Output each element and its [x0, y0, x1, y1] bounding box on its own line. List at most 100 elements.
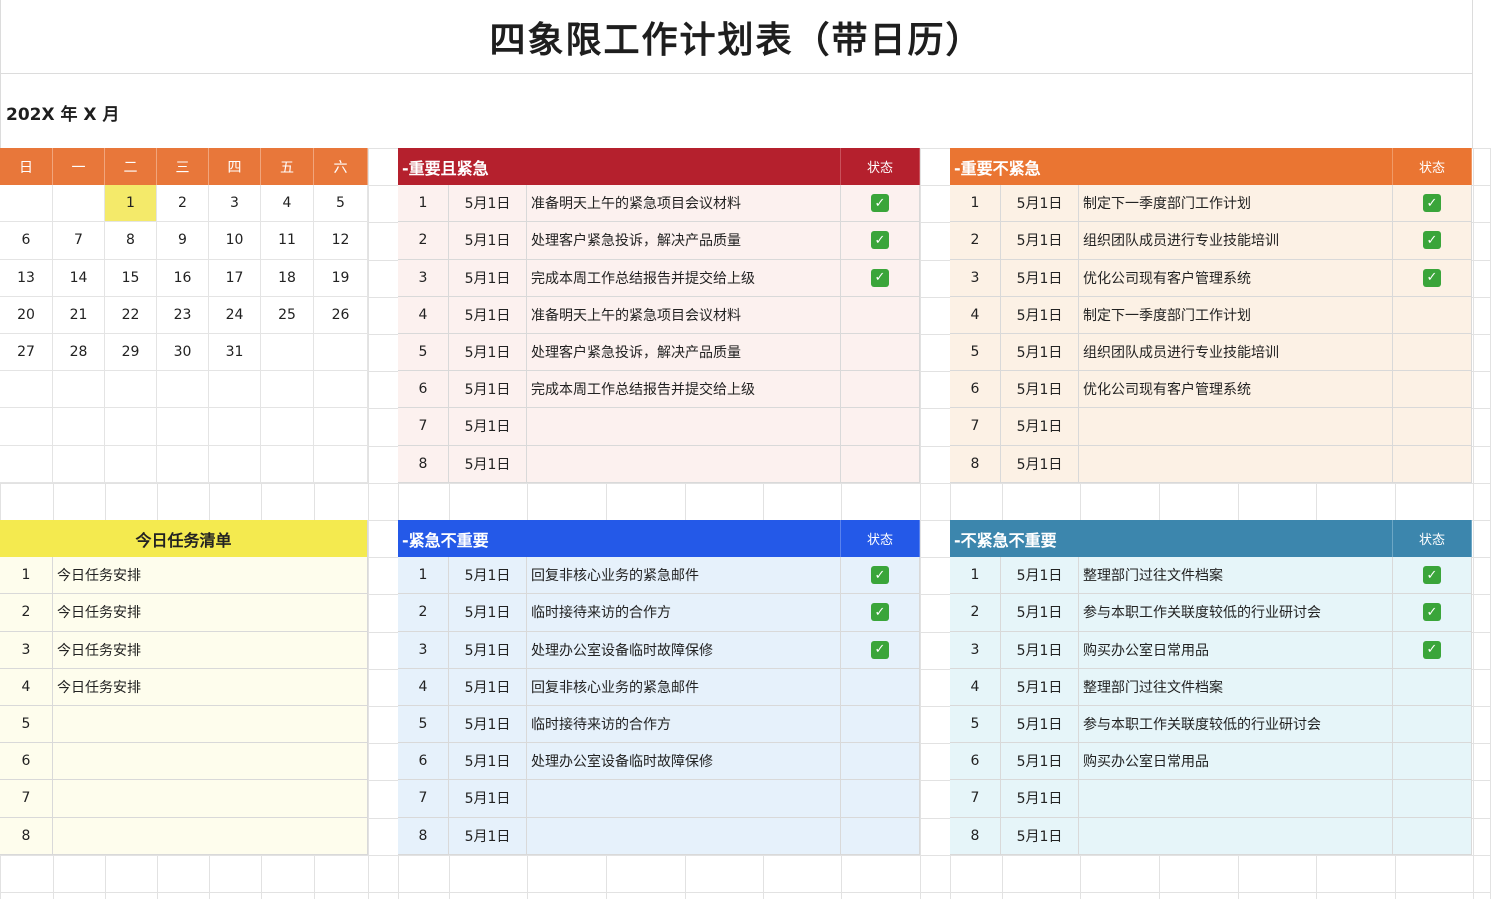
task-date[interactable]: 5月1日 [1001, 222, 1079, 260]
task-date[interactable]: 5月1日 [1001, 631, 1079, 669]
today-task-description[interactable] [53, 705, 368, 744]
task-status-cell[interactable] [1393, 296, 1472, 334]
task-date[interactable]: 5月1日 [1001, 408, 1079, 446]
task-status-cell[interactable]: ✓ [1393, 594, 1472, 632]
calendar-day[interactable]: 2 [157, 185, 209, 223]
calendar-day[interactable]: 19 [314, 259, 368, 297]
task-status-cell[interactable] [1393, 705, 1472, 744]
task-description[interactable]: 参与本职工作关联度较低的行业研讨会 [1079, 705, 1393, 744]
calendar-day[interactable]: 13 [0, 259, 53, 297]
task-status-cell[interactable] [841, 743, 920, 781]
calendar-day[interactable] [209, 371, 261, 409]
calendar-day[interactable]: 9 [157, 222, 209, 260]
task-date[interactable]: 5月1日 [449, 743, 527, 781]
today-task-description[interactable]: 今日任务安排 [53, 557, 368, 595]
calendar-day[interactable]: 27 [0, 333, 53, 372]
task-status-cell[interactable]: ✓ [1393, 185, 1472, 223]
task-description[interactable]: 整理部门过往文件档案 [1079, 668, 1393, 706]
task-date[interactable]: 5月1日 [449, 817, 527, 855]
task-description[interactable]: 临时接待来访的合作方 [527, 705, 841, 744]
calendar-day[interactable] [0, 185, 53, 223]
task-description[interactable] [527, 780, 841, 818]
calendar-day[interactable]: 14 [53, 259, 105, 297]
task-date[interactable]: 5月1日 [1001, 780, 1079, 818]
task-description[interactable]: 制定下一季度部门工作计划 [1079, 185, 1393, 223]
task-description[interactable] [1079, 408, 1393, 446]
calendar-day[interactable]: 31 [209, 333, 261, 372]
task-description[interactable]: 完成本周工作总结报告并提交给上级 [527, 259, 841, 297]
task-date[interactable]: 5月1日 [1001, 594, 1079, 632]
calendar-day[interactable] [261, 333, 314, 372]
task-status-cell[interactable] [841, 333, 920, 372]
task-date[interactable]: 5月1日 [449, 668, 527, 706]
calendar-day[interactable] [157, 408, 209, 446]
task-date[interactable]: 5月1日 [449, 333, 527, 372]
task-description[interactable]: 回复非核心业务的紧急邮件 [527, 557, 841, 595]
task-status-cell[interactable]: ✓ [841, 594, 920, 632]
task-date[interactable]: 5月1日 [449, 557, 527, 595]
calendar-day[interactable]: 16 [157, 259, 209, 297]
task-description[interactable]: 准备明天上午的紧急项目会议材料 [527, 185, 841, 223]
task-status-cell[interactable] [1393, 371, 1472, 409]
calendar-day[interactable] [53, 371, 105, 409]
task-status-cell[interactable] [1393, 445, 1472, 483]
today-task-description[interactable]: 今日任务安排 [53, 594, 368, 632]
calendar-day[interactable]: 17 [209, 259, 261, 297]
task-date[interactable]: 5月1日 [449, 222, 527, 260]
task-description[interactable]: 处理客户紧急投诉，解决产品质量 [527, 333, 841, 372]
task-description[interactable]: 处理客户紧急投诉，解决产品质量 [527, 222, 841, 260]
calendar-day[interactable] [157, 371, 209, 409]
task-status-cell[interactable] [841, 371, 920, 409]
task-description[interactable]: 购买办公室日常用品 [1079, 631, 1393, 669]
calendar-day[interactable]: 3 [209, 185, 261, 223]
task-status-cell[interactable] [841, 296, 920, 334]
task-status-cell[interactable]: ✓ [1393, 259, 1472, 297]
task-description[interactable]: 完成本周工作总结报告并提交给上级 [527, 371, 841, 409]
task-date[interactable]: 5月1日 [1001, 296, 1079, 334]
calendar-day[interactable] [314, 445, 368, 483]
calendar-day[interactable]: 10 [209, 222, 261, 260]
task-description[interactable] [527, 408, 841, 446]
task-date[interactable]: 5月1日 [449, 780, 527, 818]
today-task-description[interactable]: 今日任务安排 [53, 668, 368, 706]
task-status-cell[interactable] [841, 445, 920, 483]
today-task-description[interactable] [53, 817, 368, 855]
task-date[interactable]: 5月1日 [449, 408, 527, 446]
calendar-day[interactable]: 6 [0, 222, 53, 260]
month-label[interactable]: 202X 年 X 月 [6, 100, 119, 125]
calendar-day[interactable] [0, 445, 53, 483]
task-date[interactable]: 5月1日 [1001, 371, 1079, 409]
task-description[interactable] [527, 817, 841, 855]
calendar-day[interactable]: 18 [261, 259, 314, 297]
calendar-day[interactable]: 5 [314, 185, 368, 223]
calendar-day[interactable] [261, 408, 314, 446]
calendar-day[interactable] [209, 408, 261, 446]
task-date[interactable]: 5月1日 [1001, 445, 1079, 483]
calendar-day[interactable] [314, 408, 368, 446]
task-date[interactable]: 5月1日 [449, 371, 527, 409]
task-description[interactable] [1079, 780, 1393, 818]
calendar-day[interactable] [0, 408, 53, 446]
calendar-day[interactable]: 24 [209, 296, 261, 334]
task-description[interactable]: 组织团队成员进行专业技能培训 [1079, 333, 1393, 372]
task-description[interactable]: 优化公司现有客户管理系统 [1079, 371, 1393, 409]
task-status-cell[interactable] [841, 705, 920, 744]
calendar-day[interactable] [105, 445, 157, 483]
task-date[interactable]: 5月1日 [1001, 743, 1079, 781]
task-description[interactable]: 整理部门过往文件档案 [1079, 557, 1393, 595]
task-description[interactable]: 准备明天上午的紧急项目会议材料 [527, 296, 841, 334]
task-status-cell[interactable]: ✓ [1393, 557, 1472, 595]
calendar-day[interactable] [314, 333, 368, 372]
task-status-cell[interactable]: ✓ [841, 185, 920, 223]
calendar-day[interactable]: 30 [157, 333, 209, 372]
task-date[interactable]: 5月1日 [1001, 817, 1079, 855]
task-date[interactable]: 5月1日 [1001, 259, 1079, 297]
task-description[interactable]: 优化公司现有客户管理系统 [1079, 259, 1393, 297]
calendar-day[interactable] [157, 445, 209, 483]
calendar-day[interactable]: 29 [105, 333, 157, 372]
task-status-cell[interactable] [841, 408, 920, 446]
calendar-day[interactable] [105, 371, 157, 409]
today-task-description[interactable] [53, 743, 368, 781]
task-date[interactable]: 5月1日 [1001, 668, 1079, 706]
task-status-cell[interactable] [841, 780, 920, 818]
